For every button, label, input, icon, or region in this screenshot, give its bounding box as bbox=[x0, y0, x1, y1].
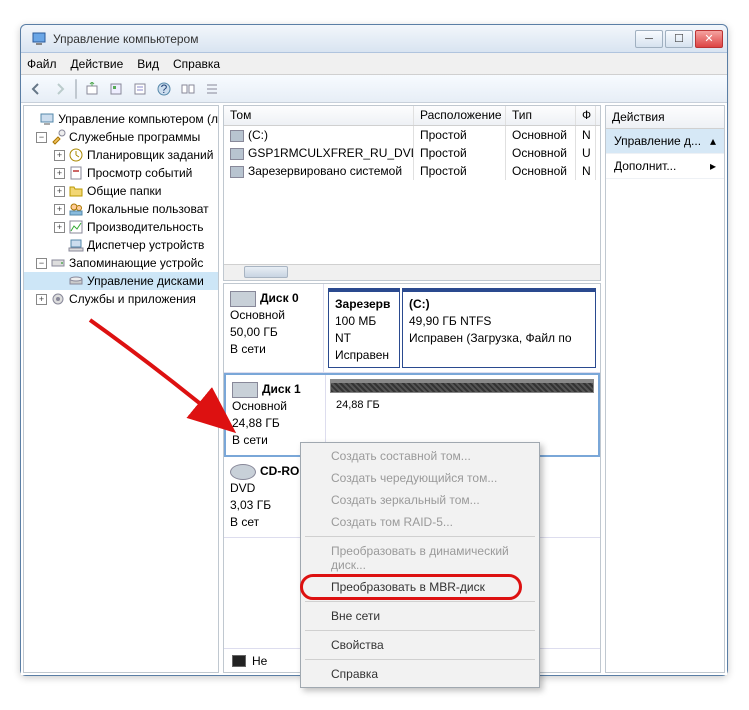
volume-icon bbox=[230, 166, 244, 178]
volume-header: Том Расположение Тип Ф bbox=[224, 106, 600, 126]
tree-pane[interactable]: Управление компьютером (л −Служебные про… bbox=[23, 105, 219, 673]
partition-reserved[interactable]: Зарезерв 100 МБ NT Исправен bbox=[328, 288, 400, 368]
col-type[interactable]: Тип bbox=[506, 106, 576, 125]
tree-root[interactable]: Управление компьютером (л bbox=[24, 110, 218, 128]
ctx-convert-dynamic: Преобразовать в динамический диск... bbox=[303, 540, 537, 576]
col-tom[interactable]: Том bbox=[224, 106, 414, 125]
volume-row[interactable]: GSP1RMCULXFRER_RU_DVD (E:)ПростойОсновно… bbox=[224, 144, 600, 162]
properties-button[interactable] bbox=[129, 78, 151, 100]
scroll-thumb[interactable] bbox=[244, 266, 288, 278]
chevron-up-icon: ▴ bbox=[710, 134, 716, 148]
col-layout[interactable]: Расположение bbox=[414, 106, 506, 125]
help-button[interactable]: ? bbox=[153, 78, 175, 100]
menubar: Файл Действие Вид Справка bbox=[21, 53, 727, 75]
volume-row[interactable]: (C:)ПростойОсновнойN bbox=[224, 126, 600, 144]
tree-services[interactable]: +Службы и приложения bbox=[24, 290, 218, 308]
maximize-button[interactable]: ☐ bbox=[665, 30, 693, 48]
tree-item-devices[interactable]: Диспетчер устройств bbox=[24, 236, 218, 254]
svg-text:?: ? bbox=[161, 82, 168, 96]
tree-utilities[interactable]: −Служебные программы bbox=[24, 128, 218, 146]
menu-help[interactable]: Справка bbox=[173, 57, 220, 71]
actions-row-more[interactable]: Дополнит...▸ bbox=[606, 154, 724, 179]
h-scrollbar[interactable] bbox=[224, 264, 600, 280]
ctx-properties[interactable]: Свойства bbox=[303, 634, 537, 656]
ctx-create-mirror: Создать зеркальный том... bbox=[303, 489, 537, 511]
volume-list[interactable]: Том Расположение Тип Ф (C:)ПростойОсновн… bbox=[223, 105, 601, 281]
tree-item-scheduler[interactable]: +Планировщик заданий bbox=[24, 146, 218, 164]
volume-icon bbox=[230, 130, 244, 142]
disk-icon bbox=[232, 382, 258, 398]
back-button[interactable] bbox=[25, 78, 47, 100]
menu-file[interactable]: Файл bbox=[27, 57, 57, 71]
separator bbox=[305, 601, 535, 602]
ctx-create-spanned: Создать составной том... bbox=[303, 445, 537, 467]
context-menu: Создать составной том... Создать чередую… bbox=[300, 442, 540, 688]
disk-0[interactable]: Диск 0 Основной 50,00 ГБ В сети Зарезерв… bbox=[224, 284, 600, 373]
ctx-create-striped: Создать чередующийся том... bbox=[303, 467, 537, 489]
users-icon bbox=[68, 201, 84, 217]
actions-pane: Действия Управление д...▴ Дополнит...▸ bbox=[605, 105, 725, 673]
disk-0-label[interactable]: Диск 0 Основной 50,00 ГБ В сети bbox=[224, 284, 324, 372]
forward-button[interactable] bbox=[49, 78, 71, 100]
computer-icon bbox=[39, 111, 55, 127]
separator bbox=[305, 659, 535, 660]
tree-item-perf[interactable]: +Производительность bbox=[24, 218, 218, 236]
partition-c[interactable]: (C:) 49,90 ГБ NTFS Исправен (Загрузка, Ф… bbox=[402, 288, 596, 368]
toolbar: ? bbox=[21, 75, 727, 103]
titlebar[interactable]: Управление компьютером ─ ☐ ✕ bbox=[21, 25, 727, 53]
actions-header: Действия bbox=[606, 106, 724, 129]
separator bbox=[305, 536, 535, 537]
events-icon bbox=[68, 165, 84, 181]
col-fs[interactable]: Ф bbox=[576, 106, 596, 125]
disk-icon bbox=[230, 291, 256, 307]
chevron-right-icon: ▸ bbox=[710, 159, 716, 173]
legend-label-unalloc: Не bbox=[252, 654, 267, 668]
partition-unallocated[interactable] bbox=[330, 379, 594, 393]
volume-icon bbox=[230, 148, 244, 160]
menu-action[interactable]: Действие bbox=[71, 57, 124, 71]
unallocated-size: 24,88 ГБ bbox=[330, 395, 594, 415]
tree-item-events[interactable]: +Просмотр событий bbox=[24, 164, 218, 182]
storage-icon bbox=[50, 255, 66, 271]
view-button[interactable] bbox=[177, 78, 199, 100]
folder-icon bbox=[68, 183, 84, 199]
tools-icon bbox=[50, 129, 66, 145]
close-button[interactable]: ✕ bbox=[695, 30, 723, 48]
menu-view[interactable]: Вид bbox=[137, 57, 159, 71]
services-icon bbox=[50, 291, 66, 307]
cdrom-icon bbox=[230, 464, 256, 480]
tree-item-shared[interactable]: +Общие папки bbox=[24, 182, 218, 200]
ctx-help[interactable]: Справка bbox=[303, 663, 537, 685]
device-icon bbox=[68, 237, 84, 253]
tree-item-users[interactable]: +Локальные пользоват bbox=[24, 200, 218, 218]
clock-icon bbox=[68, 147, 84, 163]
refresh-button[interactable] bbox=[105, 78, 127, 100]
ctx-convert-mbr[interactable]: Преобразовать в MBR-диск bbox=[303, 576, 537, 598]
legend-swatch-unalloc bbox=[232, 655, 246, 667]
ctx-offline[interactable]: Вне сети bbox=[303, 605, 537, 627]
up-button[interactable] bbox=[81, 78, 103, 100]
list-button[interactable] bbox=[201, 78, 223, 100]
actions-row-main[interactable]: Управление д...▴ bbox=[606, 129, 724, 154]
window-title: Управление компьютером bbox=[53, 32, 635, 46]
tree-storage[interactable]: −Запоминающие устройс bbox=[24, 254, 218, 272]
separator bbox=[75, 79, 77, 99]
volume-row[interactable]: Зарезервировано системойПростойОсновнойN bbox=[224, 162, 600, 180]
ctx-create-raid5: Создать том RAID-5... bbox=[303, 511, 537, 533]
tree-item-disk-mgmt[interactable]: Управление дисками bbox=[24, 272, 218, 290]
minimize-button[interactable]: ─ bbox=[635, 30, 663, 48]
separator bbox=[305, 630, 535, 631]
app-icon bbox=[31, 31, 47, 47]
disk-mgmt-icon bbox=[68, 273, 84, 289]
performance-icon bbox=[68, 219, 84, 235]
